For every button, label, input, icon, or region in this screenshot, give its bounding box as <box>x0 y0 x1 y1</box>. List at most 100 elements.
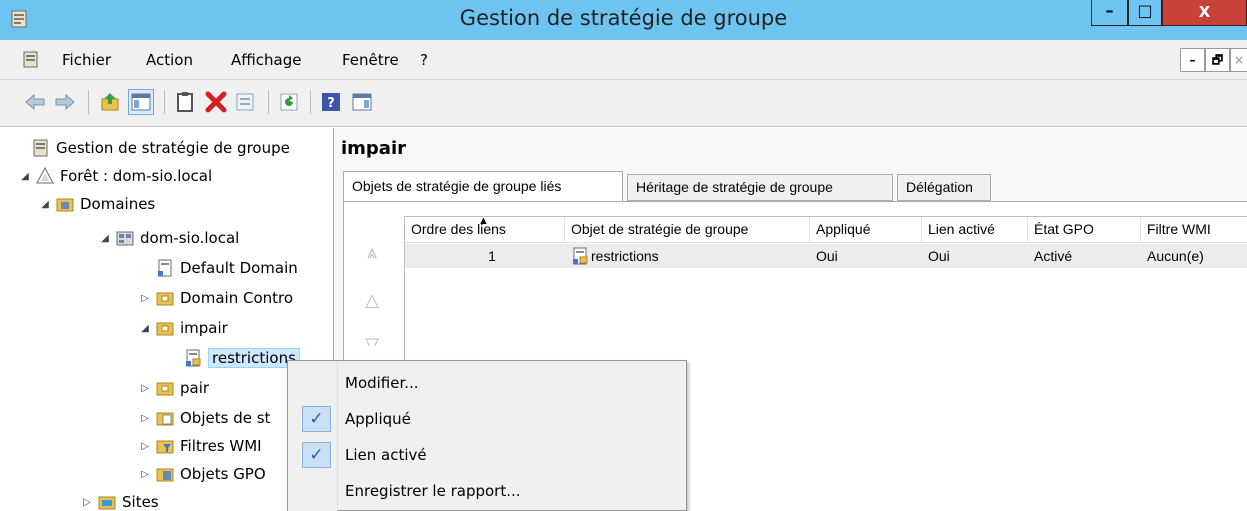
collapsed-arrow-icon[interactable]: ▷ <box>138 383 152 394</box>
context-item-save-report[interactable]: Enregistrer le rapport... <box>288 473 686 509</box>
tree-item-domain-controllers[interactable]: ▷ Domain Contro <box>138 284 293 312</box>
gpo-folder-icon <box>156 412 174 426</box>
expanded-arrow-icon[interactable]: ◢ <box>98 233 112 244</box>
menu-fichier[interactable]: Fichier <box>62 51 111 69</box>
toolbar-separator <box>268 90 269 114</box>
document-icon[interactable] <box>22 51 40 69</box>
menu-fenetre[interactable]: Fenêtre <box>342 51 399 69</box>
collapsed-arrow-icon[interactable]: ▷ <box>138 413 152 424</box>
menu-help[interactable]: ? <box>420 51 428 69</box>
tree-item-label: Domain Contro <box>180 289 294 307</box>
collapsed-arrow-icon[interactable]: ▷ <box>80 497 94 508</box>
refresh-button[interactable] <box>276 89 302 115</box>
menu-affichage[interactable]: Affichage <box>231 51 301 69</box>
checkmark-icon: ✓ <box>302 406 331 432</box>
tree-item-pair[interactable]: ▷ pair <box>138 374 209 402</box>
column-header-wmi-filter[interactable]: Filtre WMI <box>1141 217 1247 243</box>
console-tree[interactable]: Gestion de stratégie de groupe ◢ Forêt :… <box>14 128 334 511</box>
column-header-gpo-status[interactable]: État GPO <box>1028 217 1141 243</box>
tab-linked-gpo[interactable]: Objets de stratégie de groupe liés <box>343 171 623 202</box>
table-header: ▲ Ordre des liens Objet de stratégie de … <box>405 217 1247 243</box>
svg-text:?: ? <box>327 96 335 111</box>
maximize-icon: □ <box>1137 1 1153 20</box>
tree-item-label: impair <box>180 319 228 337</box>
back-button[interactable] <box>22 89 48 115</box>
mdi-close-button[interactable]: × <box>1230 48 1247 72</box>
domains-folder-icon <box>56 198 74 212</box>
show-action-pane-button[interactable] <box>349 89 375 115</box>
window-title: Gestion de stratégie de groupe <box>459 6 788 30</box>
back-arrow-icon <box>25 93 45 111</box>
delete-icon <box>205 91 227 113</box>
show-hide-tree-button[interactable] <box>128 89 154 115</box>
checkmark-icon: ✓ <box>302 442 331 468</box>
close-icon: X <box>1198 3 1211 21</box>
domain-icon <box>116 231 134 246</box>
sort-ascending-icon: ▲ <box>478 217 489 227</box>
tree-item-label: Sites <box>122 493 159 511</box>
filter-folder-icon <box>156 440 174 454</box>
mdi-restore-button[interactable]: 🗗 <box>1205 48 1230 72</box>
show-hide-tree-icon <box>131 93 151 111</box>
context-item-label: Modifier... <box>345 374 419 392</box>
context-item-link-enabled[interactable]: ✓ Lien activé <box>288 437 686 473</box>
sites-icon <box>98 496 116 510</box>
help-button[interactable]: ? <box>318 89 344 115</box>
menu-bar: Fichier Action Affichage Fenêtre ? <box>0 40 1247 80</box>
tree-item-domains[interactable]: ◢ Domaines <box>38 190 155 218</box>
gpo-link-icon <box>186 349 201 367</box>
table-row[interactable]: 1 restrictions Oui Oui Activé Aucun(e) <box>405 244 1247 268</box>
cell-wmi-filter: Aucun(e) <box>1147 248 1204 264</box>
forest-icon <box>36 167 54 184</box>
tab-inheritance[interactable]: Héritage de stratégie de groupe <box>627 174 893 201</box>
column-header-enforced[interactable]: Appliqué <box>810 217 922 243</box>
collapsed-arrow-icon[interactable]: ▷ <box>138 441 152 452</box>
tree-item-sites[interactable]: ▷ Sites <box>80 488 159 511</box>
column-header-link-enabled[interactable]: Lien activé <box>922 217 1028 243</box>
tree-item-default-domain[interactable]: Default Domain <box>156 254 298 282</box>
forward-arrow-icon <box>55 93 75 111</box>
expanded-arrow-icon[interactable]: ◢ <box>18 171 32 182</box>
collapsed-arrow-icon[interactable]: ▷ <box>138 293 152 304</box>
tree-item-restrictions[interactable]: restrictions <box>184 344 300 372</box>
column-header-link-order[interactable]: ▲ Ordre des liens <box>405 217 565 243</box>
pane-heading: impair <box>341 138 407 159</box>
tree-item-domain[interactable]: ◢ dom-sio.local <box>98 224 239 252</box>
expanded-arrow-icon[interactable]: ◢ <box>138 323 152 334</box>
tree-item-root[interactable]: Gestion de stratégie de groupe <box>32 134 290 162</box>
move-down-icon[interactable]: ▽ <box>358 334 386 346</box>
tree-item-starter-gpo[interactable]: ▷ Objets GPO <box>138 460 266 488</box>
clipboard-button[interactable] <box>172 89 198 115</box>
tree-item-impair[interactable]: ◢ impair <box>138 314 228 342</box>
tab-delegation[interactable]: Délégation <box>897 174 991 201</box>
move-up-icon[interactable]: △ <box>358 290 386 316</box>
tree-item-gpo-objects[interactable]: ▷ Objets de st <box>138 404 270 432</box>
column-header-gpo[interactable]: Objet de stratégie de groupe <box>565 217 810 243</box>
properties-button[interactable] <box>232 89 258 115</box>
refresh-icon <box>280 93 298 111</box>
menu-action[interactable]: Action <box>146 51 193 69</box>
context-item-edit[interactable]: Modifier... <box>288 365 686 401</box>
expanded-arrow-icon[interactable]: ◢ <box>38 199 52 210</box>
forward-button[interactable] <box>52 89 78 115</box>
cell-link-order: 1 <box>488 248 496 264</box>
tree-item-label: Objets GPO <box>180 465 266 483</box>
close-button[interactable]: X <box>1162 0 1247 26</box>
context-item-enforced[interactable]: ✓ Appliqué <box>288 401 686 437</box>
context-menu: Modifier... ✓ Appliqué ✓ Lien activé Enr… <box>287 360 687 511</box>
up-button[interactable] <box>98 89 124 115</box>
collapsed-arrow-icon[interactable]: ▷ <box>138 469 152 480</box>
tree-item-label: dom-sio.local <box>140 229 240 247</box>
cell-gpo: restrictions <box>565 244 810 268</box>
toolbar-separator <box>164 90 165 114</box>
minimize-button[interactable]: – <box>1091 0 1128 26</box>
maximize-button[interactable]: □ <box>1128 0 1162 26</box>
mdi-minimize-button[interactable]: – <box>1180 48 1205 72</box>
tree-item-forest[interactable]: ◢ Forêt : dom-sio.local <box>18 162 212 190</box>
tree-item-wmi-filters[interactable]: ▷ Filtres WMI <box>138 432 261 460</box>
move-to-top-icon[interactable]: ⩓ <box>358 242 386 268</box>
delete-button[interactable] <box>203 89 229 115</box>
gpo-link-icon <box>158 259 172 277</box>
tree-item-label: Forêt : dom-sio.local <box>60 167 213 185</box>
cell-link-enabled: Oui <box>928 248 950 264</box>
